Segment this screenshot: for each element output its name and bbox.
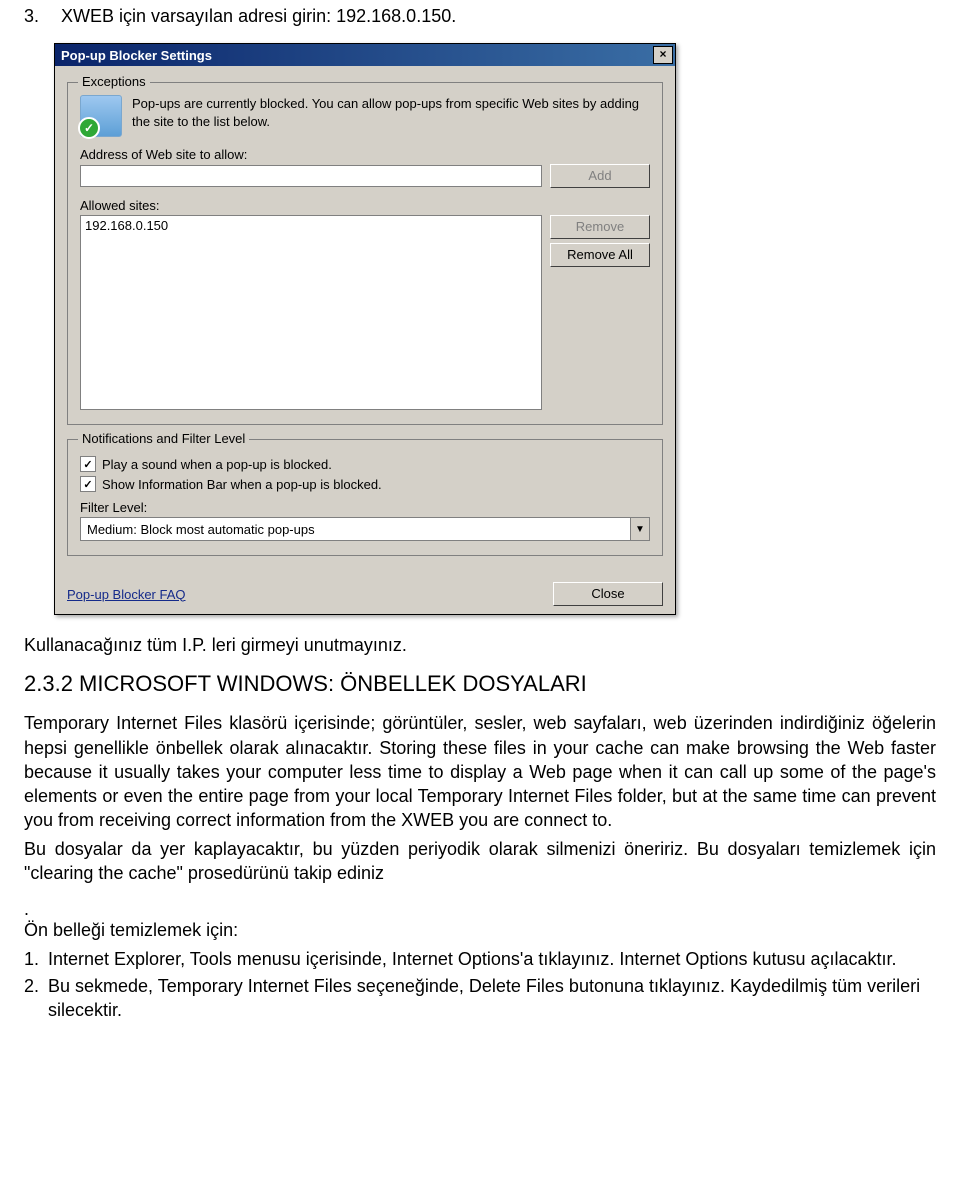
close-icon[interactable]: ×	[653, 46, 673, 64]
dialog-titlebar: Pop-up Blocker Settings ×	[55, 44, 675, 66]
step-number: 1.	[24, 947, 48, 971]
popup-blocker-faq-link[interactable]: Pop-up Blocker FAQ	[67, 587, 541, 602]
filter-level-label: Filter Level:	[80, 500, 650, 515]
step-text: Internet Explorer, Tools menusu içerisin…	[48, 949, 897, 969]
checkmark-badge-icon: ✓	[78, 117, 100, 139]
add-button[interactable]: Add	[550, 164, 650, 188]
popup-blocker-settings-dialog: Pop-up Blocker Settings × Exceptions ✓ P…	[54, 43, 676, 615]
dialog-title: Pop-up Blocker Settings	[61, 48, 653, 63]
play-sound-label: Play a sound when a pop-up is blocked.	[102, 457, 332, 472]
cache-step-2: 2.Bu sekmede, Temporary Internet Files s…	[24, 974, 936, 1023]
step-text: Bu sekmede, Temporary Internet Files seç…	[48, 976, 920, 1020]
close-button[interactable]: Close	[553, 582, 663, 606]
show-infobar-checkbox[interactable]: ✓	[80, 476, 96, 492]
list-item[interactable]: 192.168.0.150	[85, 218, 537, 233]
allowed-sites-listbox[interactable]: 192.168.0.150	[80, 215, 542, 410]
step-number: 2.	[24, 974, 48, 998]
address-input[interactable]	[80, 165, 542, 187]
cache-step-1: 1.Internet Explorer, Tools menusu içeris…	[24, 947, 936, 971]
notifications-filter-group: Notifications and Filter Level ✓ Play a …	[67, 439, 663, 556]
ip-reminder-text: Kullanacağınız tüm I.P. leri girmeyi unu…	[24, 633, 936, 657]
allowed-sites-label: Allowed sites:	[80, 198, 650, 213]
remove-button[interactable]: Remove	[550, 215, 650, 239]
chevron-down-icon[interactable]: ▼	[630, 518, 649, 540]
popup-blocker-icon: ✓	[80, 95, 122, 137]
show-infobar-label: Show Information Bar when a pop-up is bl…	[102, 477, 382, 492]
exceptions-legend: Exceptions	[78, 74, 150, 89]
stray-dot: .	[24, 899, 936, 920]
filter-level-value: Medium: Block most automatic pop-ups	[81, 522, 630, 537]
remove-all-button[interactable]: Remove All	[550, 243, 650, 267]
exceptions-intro-text: Pop-ups are currently blocked. You can a…	[132, 95, 650, 130]
section-232-heading: 2.3.2 MICROSOFT WINDOWS: ÖNBELLEK DOSYAL…	[24, 671, 936, 697]
step3-number: 3.	[24, 6, 56, 27]
exceptions-group: Exceptions ✓ Pop-ups are currently block…	[67, 82, 663, 425]
cache-clear-label: Ön belleği temizlemek için:	[24, 920, 936, 941]
step3-text: XWEB için varsayılan adresi girin: 192.1…	[61, 6, 456, 26]
cache-body-2: Bu dosyalar da yer kaplayacaktır, bu yüz…	[24, 837, 936, 886]
play-sound-checkbox[interactable]: ✓	[80, 456, 96, 472]
address-label: Address of Web site to allow:	[80, 147, 650, 162]
filter-level-combo[interactable]: Medium: Block most automatic pop-ups ▼	[80, 517, 650, 541]
notifications-legend: Notifications and Filter Level	[78, 431, 249, 446]
cache-body-1: Temporary Internet Files klasörü içerisi…	[24, 711, 936, 832]
step3-line: 3. XWEB için varsayılan adresi girin: 19…	[24, 6, 936, 27]
